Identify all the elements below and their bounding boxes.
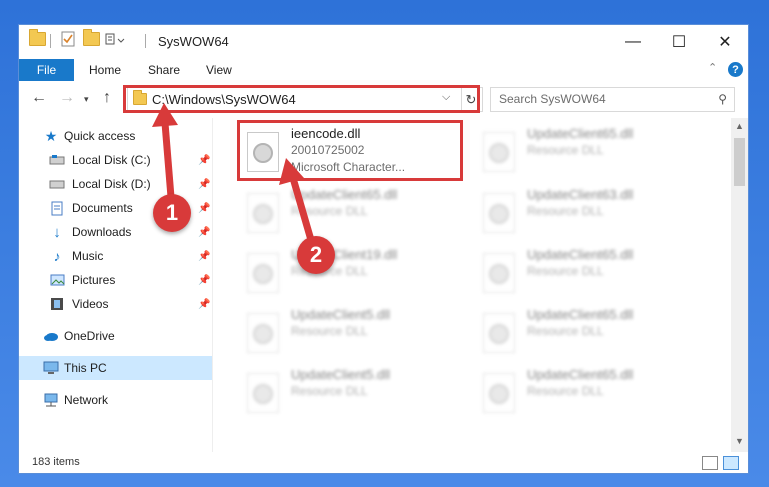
step-badge-1: 1 [153, 194, 191, 232]
arrow-1 [152, 103, 178, 198]
arrow-2 [279, 158, 315, 241]
explorer-window: SysWOW64 — ☐ ✕ File Home Share View ⌃ ? … [19, 25, 748, 473]
annotation-arrows [152, 103, 315, 241]
step-badge-2: 2 [297, 236, 335, 274]
